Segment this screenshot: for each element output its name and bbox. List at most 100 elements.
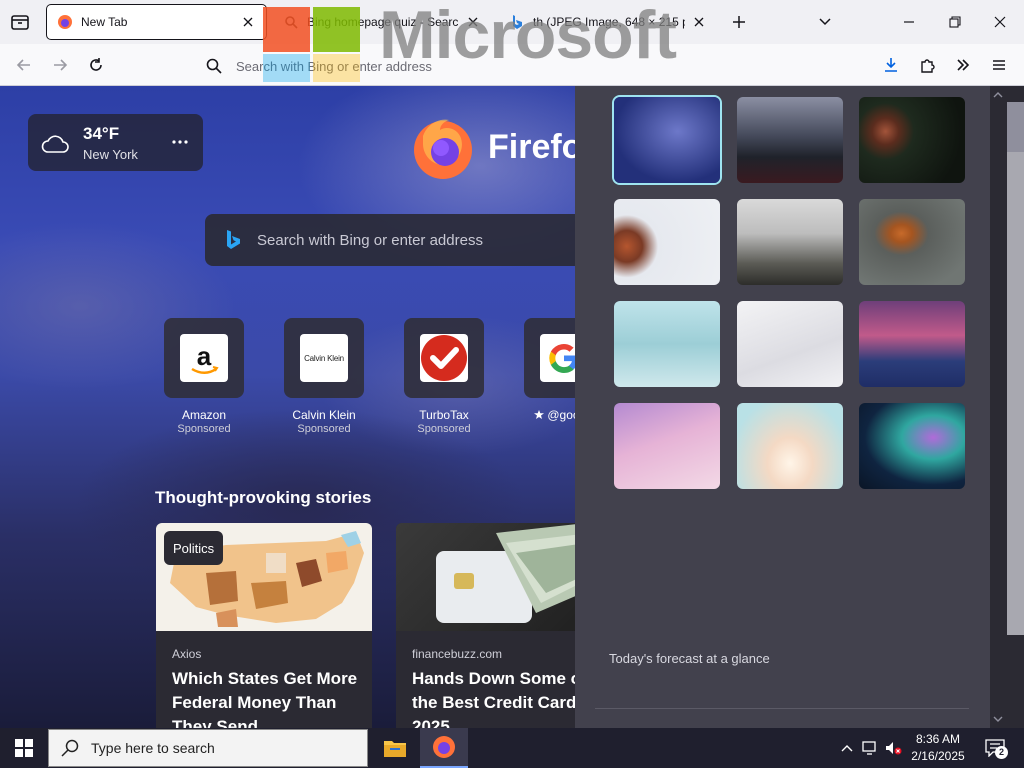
new-tab-button[interactable]	[729, 12, 749, 32]
volume-button[interactable]	[883, 738, 903, 758]
stories-heading: Thought-provoking stories	[155, 488, 372, 507]
calvin-klein-logo: Calvin Klein	[300, 334, 348, 382]
story-card[interactable]: financebuzz.com Hands Down Some of the B…	[396, 523, 575, 728]
wallpaper-fox-fog[interactable]	[737, 199, 843, 285]
weather-more-button[interactable]	[170, 132, 190, 152]
tab-close-icon[interactable]	[240, 14, 256, 30]
navigation-toolbar: Search with Bing or enter address	[0, 44, 1024, 86]
list-all-tabs-button[interactable]	[815, 12, 835, 32]
us-map-thumbnail: Politics	[156, 523, 372, 631]
wallpaper-pink-clouds[interactable]	[614, 403, 720, 489]
top-site-tile: a	[164, 318, 244, 398]
more-tools-button[interactable]	[952, 54, 974, 76]
tab-close-icon[interactable]	[465, 14, 481, 30]
wallpaper-misty-hills[interactable]	[614, 301, 720, 387]
search-icon	[206, 58, 222, 74]
taskbar-search-placeholder: Type here to search	[91, 740, 215, 756]
firefox-favicon-icon	[58, 15, 72, 29]
wallpaper-blue-clouds[interactable]	[614, 97, 720, 183]
wallpaper-snowy-mountain[interactable]	[737, 301, 843, 387]
wallpaper-red-panda-snow[interactable]	[614, 199, 720, 285]
top-site-name: TurboTax	[419, 408, 469, 422]
tab-title: New Tab	[81, 15, 128, 29]
close-window-button[interactable]	[990, 12, 1010, 32]
page-search-box[interactable]: Search with Bing or enter address	[205, 214, 575, 266]
back-button[interactable]	[13, 54, 35, 76]
scrollbar-thumb[interactable]	[1007, 152, 1024, 635]
tab-close-icon[interactable]	[691, 14, 707, 30]
calvin-klein-logo-text: Calvin Klein	[304, 353, 344, 363]
scroll-down-arrow-icon[interactable]	[993, 716, 1003, 722]
tab-jpeg-image[interactable]: th (JPEG Image, 648 × 215 pixels)	[499, 5, 717, 39]
weather-temperature: 34°F	[83, 124, 120, 143]
wallpaper-pink-sunset-sea[interactable]	[859, 301, 965, 387]
tab-strip: New Tab Bing homepage quiz - Search th (…	[0, 0, 1024, 44]
amazon-logo-icon: a	[180, 334, 228, 382]
url-placeholder: Search with Bing or enter address	[236, 58, 432, 74]
network-button[interactable]	[861, 738, 881, 758]
top-site-turbotax[interactable]: TurboTax Sponsored	[384, 318, 504, 435]
bing-logo-icon	[227, 230, 240, 249]
sponsored-label: Sponsored	[297, 423, 351, 435]
tab-bing-quiz[interactable]: Bing homepage quiz - Search	[273, 5, 491, 39]
firefox-app[interactable]	[420, 728, 468, 768]
panel-scrollbar[interactable]	[990, 86, 1024, 728]
top-site-label: @goo	[547, 408, 575, 422]
panel-divider	[595, 708, 969, 709]
new-tab-page: 34°F New York Firefox Search with Bing o…	[0, 86, 575, 728]
wallpaper-red-panda-dark[interactable]	[859, 97, 965, 183]
wallpaper-sunlit-sky[interactable]	[737, 403, 843, 489]
arrow-right-icon	[54, 59, 68, 71]
tab-title: th (JPEG Image, 648 × 215 pixels)	[533, 15, 685, 29]
taskbar-clock[interactable]: 8:36 AM 2/16/2025	[905, 731, 971, 765]
minimize-icon	[904, 21, 914, 23]
forecast-description: Today's forecast at a glance	[609, 651, 770, 666]
taskbar-search-box[interactable]: Type here to search	[48, 729, 368, 767]
sponsored-label: Sponsored	[177, 423, 231, 435]
extensions-button[interactable]	[917, 54, 939, 76]
app-menu-button[interactable]	[988, 54, 1010, 76]
notifications-button[interactable]: 2	[983, 738, 1008, 759]
file-explorer-app[interactable]	[371, 728, 419, 768]
wallpaper-aurora[interactable]	[859, 403, 965, 489]
notification-count-badge: 2	[995, 746, 1008, 759]
arrow-left-icon	[16, 59, 30, 71]
google-logo-icon	[540, 334, 575, 382]
page-search-placeholder: Search with Bing or enter address	[257, 231, 483, 249]
restore-button[interactable]	[945, 12, 965, 32]
reload-button[interactable]	[85, 54, 107, 76]
tab-list-button[interactable]	[8, 10, 32, 34]
search-favicon-icon	[285, 16, 298, 29]
tab-new-tab[interactable]: New Tab	[47, 5, 266, 39]
start-button[interactable]	[0, 728, 48, 768]
weather-city: New York	[83, 147, 138, 162]
folder-icon	[384, 741, 406, 757]
more-dots-icon	[172, 140, 188, 144]
top-site-amazon[interactable]: a Amazon Sponsored	[144, 318, 264, 435]
story-card[interactable]: Politics Axios Which States Get More Fed…	[156, 523, 372, 728]
top-site-tile	[524, 318, 575, 398]
minimize-button[interactable]	[899, 12, 919, 32]
wallpaper-fox-standing[interactable]	[859, 199, 965, 285]
downloads-button[interactable]	[880, 54, 902, 76]
scroll-up-arrow-icon[interactable]	[993, 92, 1003, 98]
url-bar[interactable]: Search with Bing or enter address	[196, 52, 856, 80]
top-site-name: Amazon	[181, 408, 227, 422]
firefox-icon	[433, 736, 455, 758]
top-site-google[interactable]: @goo	[504, 318, 575, 422]
tab-title: Bing homepage quiz - Search	[307, 15, 459, 29]
show-hidden-icons-button[interactable]	[837, 738, 857, 758]
wallpaper-dark-mountains[interactable]	[737, 97, 843, 183]
story-source: Axios	[172, 647, 202, 661]
category-tag[interactable]: Politics	[164, 531, 224, 565]
credit-card-thumbnail	[396, 523, 575, 631]
windows-logo-icon	[15, 739, 33, 757]
top-site-tile	[404, 318, 484, 398]
firefox-logo-icon	[414, 119, 472, 179]
top-site-calvin-klein[interactable]: Calvin Klein Calvin Klein Sponsored	[264, 318, 384, 435]
story-source: financebuzz.com	[412, 647, 503, 661]
weather-widget[interactable]: 34°F New York	[28, 114, 203, 171]
forward-button[interactable]	[49, 54, 71, 76]
restore-icon	[949, 16, 961, 28]
top-site-name: Calvin Klein	[292, 408, 356, 422]
